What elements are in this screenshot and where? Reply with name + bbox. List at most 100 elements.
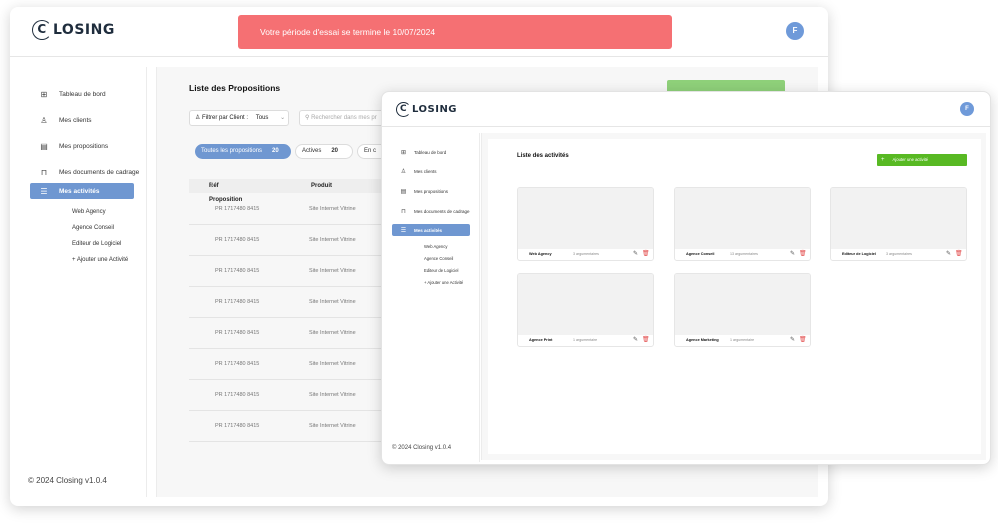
sidebar-item-activities[interactable]: ☰ Mes activités xyxy=(392,224,470,236)
card-thumbnail xyxy=(675,188,810,249)
footer-version: © 2024 Closing v1.0.4 xyxy=(28,476,107,485)
tab-label: Actives xyxy=(302,148,322,154)
add-activity-link[interactable]: + Ajouter une Activité xyxy=(424,280,463,285)
tab-count: 20 xyxy=(272,148,279,154)
card-thumbnail xyxy=(675,274,810,335)
activity-editeur-logiciel[interactable]: Editeur de Logiciel xyxy=(72,241,121,247)
sidebar-item-clients[interactable]: ♙ Mes clients xyxy=(39,116,92,125)
activity-web-agency[interactable]: Web Agency xyxy=(424,244,447,249)
tab-actives[interactable]: Actives 20 xyxy=(295,144,353,159)
page-title: Liste des activités xyxy=(517,153,569,159)
cell-produit: Site Internet Vitrine xyxy=(309,268,356,274)
cell-ref: PR 1717480 8415 xyxy=(215,423,260,429)
sidebar-item-label: Mes propositions xyxy=(59,143,109,150)
table-row[interactable]: PR 1717480 8415 Site Internet Vitrine xyxy=(189,256,384,287)
logo-letter: C xyxy=(32,20,52,40)
tab-label: Toutes les propositions xyxy=(201,148,263,154)
activities-panel: Liste des activités + Ajouter une activit… xyxy=(488,139,981,454)
card-name: Editeur de Logiciel xyxy=(842,252,876,256)
activities-window: C LOSING F ⊞ Tableau de bord ♙ Mes clients … xyxy=(381,91,991,465)
trash-icon[interactable]: 🗑 xyxy=(642,250,650,257)
card-count: 13 argumentaires xyxy=(730,252,758,256)
sidebar-item-clients[interactable]: ♙ Mes clients xyxy=(400,168,437,175)
trash-icon[interactable]: 🗑 xyxy=(799,250,807,257)
sidebar-item-documents[interactable]: ⊓ Mes documents de cadrage xyxy=(39,168,139,177)
activity-card[interactable]: Agence Print 1 argumentaire ✎ 🗑 xyxy=(517,273,654,347)
client-filter[interactable]: ♙ Filtrer par Client : Tous ⌄ xyxy=(189,110,289,126)
card-thumbnail xyxy=(518,188,653,249)
card-count: 1 argumentaire xyxy=(730,338,755,342)
list-icon: ☰ xyxy=(400,227,407,234)
top-bar: C LOSING Votre période d'essai se termine… xyxy=(10,7,828,57)
cell-ref: PR 1717480 8415 xyxy=(215,392,260,398)
add-activity-button[interactable]: + Ajouter une activité xyxy=(877,154,967,166)
sidebar-item-dashboard[interactable]: ⊞ Tableau de bord xyxy=(39,90,106,99)
button-label: Ajouter une activité xyxy=(892,157,929,162)
sidebar-item-dashboard[interactable]: ⊞ Tableau de bord xyxy=(400,149,446,156)
sidebar-item-propositions[interactable]: ▤ Mes propositions xyxy=(400,188,448,195)
cell-ref: PR 1717480 8415 xyxy=(215,237,260,243)
search-input[interactable]: ⚲ Rechercher dans mes pr xyxy=(299,110,384,126)
card-name: Web Agency xyxy=(529,252,552,256)
activity-card[interactable]: Web Agency 3 argumentaires ✎ 🗑 xyxy=(517,187,654,261)
cell-ref: PR 1717480 8415 xyxy=(215,206,260,212)
edit-icon[interactable]: ✎ xyxy=(633,336,638,343)
sidebar-item-label: Mes activités xyxy=(59,187,100,195)
footer-version: © 2024 Closing v1.0.4 xyxy=(392,445,452,451)
closing-logo[interactable]: C LOSING xyxy=(32,20,115,40)
table-row[interactable]: PR 1717480 8415 Site Internet Vitrine xyxy=(189,380,384,411)
card-count: 1 argumentaire xyxy=(573,338,598,342)
trial-banner: Votre période d'essai se termine le 10/0… xyxy=(238,15,672,49)
card-name: Agence Print xyxy=(529,338,553,342)
list-icon: ☰ xyxy=(40,186,48,196)
edit-icon[interactable]: ✎ xyxy=(790,250,795,257)
sidebar-item-label: Tableau de bord xyxy=(59,91,106,98)
logo-letter: C xyxy=(396,102,411,117)
main-content: Liste des activités + Ajouter une activit… xyxy=(481,133,986,460)
activity-web-agency[interactable]: Web Agency xyxy=(72,209,106,215)
closing-logo[interactable]: C LOSING xyxy=(396,102,457,117)
cell-produit: Site Internet Vitrine xyxy=(309,299,356,305)
activity-card[interactable]: Editeur de Logiciel 3 argumentaires ✎ 🗑 xyxy=(830,187,967,261)
cell-produit: Site Internet Vitrine xyxy=(309,330,356,336)
cell-ref: PR 1717480 8415 xyxy=(215,361,260,367)
table-row[interactable]: PR 1717480 8415 Site Internet Vitrine xyxy=(189,194,384,225)
activity-editeur-logiciel[interactable]: Editeur de Logiciel xyxy=(424,268,458,273)
dashboard-icon: ⊞ xyxy=(400,150,407,156)
sidebar: ⊞ Tableau de bord ♙ Mes clients ▤ Mes propo… xyxy=(17,67,147,497)
tab-all-propositions[interactable]: Toutes les propositions 20 xyxy=(195,144,291,159)
card-name: Agence Marketing xyxy=(686,338,719,342)
edit-icon[interactable]: ✎ xyxy=(790,336,795,343)
table-row[interactable]: PR 1717480 8415 Site Internet Vitrine xyxy=(189,318,384,349)
edit-icon[interactable]: ✎ xyxy=(633,250,638,257)
sidebar-item-documents[interactable]: ⊓ Mes documents de cadrage xyxy=(400,208,470,215)
sidebar-item-label: Mes documents de cadrage xyxy=(414,209,470,214)
avatar[interactable]: F xyxy=(960,102,974,116)
edit-icon[interactable]: ✎ xyxy=(946,250,951,257)
sidebar-item-label: Mes activités xyxy=(414,227,443,233)
table-row[interactable]: PR 1717480 8415 Site Internet Vitrine xyxy=(189,349,384,380)
filter-value: Tous xyxy=(255,115,269,121)
activity-card[interactable]: Agence Marketing 1 argumentaire ✎ 🗑 xyxy=(674,273,811,347)
sidebar-item-label: Mes clients xyxy=(59,117,92,124)
activity-card[interactable]: Agence Conseil 13 argumentaires ✎ 🗑 xyxy=(674,187,811,261)
avatar[interactable]: F xyxy=(786,22,804,40)
trash-icon[interactable]: 🗑 xyxy=(955,250,963,257)
table-row[interactable]: PR 1717480 8415 Site Internet Vitrine xyxy=(189,411,384,442)
tab-count: 20 xyxy=(331,148,339,154)
sort-icon: ⇕ xyxy=(209,183,215,189)
document-icon: ▤ xyxy=(400,189,407,195)
sidebar-item-activities[interactable]: ☰ Mes activités xyxy=(30,183,134,199)
trash-icon[interactable]: 🗑 xyxy=(642,336,650,343)
cell-produit: Site Internet Vitrine xyxy=(309,237,356,243)
activity-agence-conseil[interactable]: Agence Conseil xyxy=(72,225,114,231)
user-icon: ♙ xyxy=(40,116,48,125)
table-row[interactable]: PR 1717480 8415 Site Internet Vitrine xyxy=(189,225,384,256)
trash-icon[interactable]: 🗑 xyxy=(799,336,807,343)
card-thumbnail xyxy=(518,274,653,335)
activity-agence-conseil[interactable]: Agence Conseil xyxy=(424,256,453,261)
add-activity-link[interactable]: + Ajouter une Activité xyxy=(72,257,128,263)
sidebar-item-propositions[interactable]: ▤ Mes propositions xyxy=(39,142,108,151)
tab-en-cours[interactable]: En c xyxy=(357,144,384,159)
table-row[interactable]: PR 1717480 8415 Site Internet Vitrine xyxy=(189,287,384,318)
